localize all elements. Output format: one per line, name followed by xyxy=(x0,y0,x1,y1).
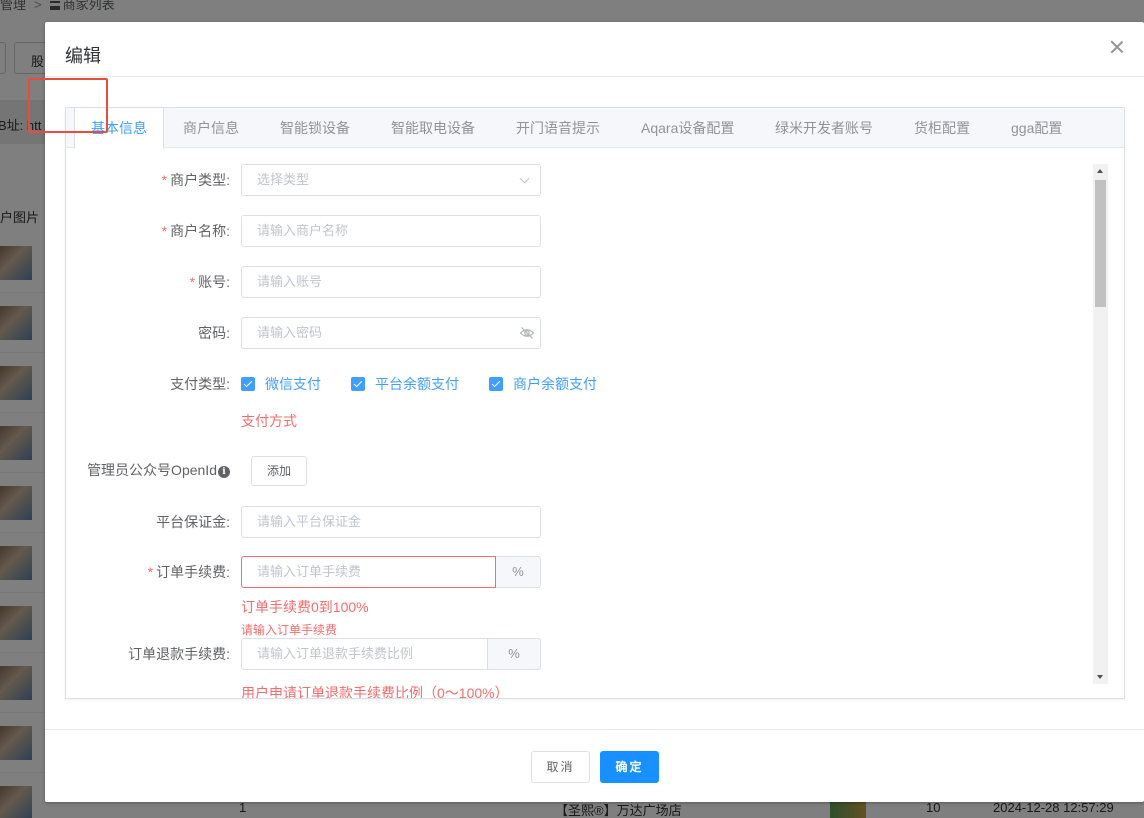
cancel-button[interactable]: 取消 xyxy=(531,751,590,783)
scroll-down-arrow-icon[interactable] xyxy=(1097,675,1103,679)
add-openid-button[interactable]: 添加 xyxy=(251,456,307,486)
tab-smart-power[interactable]: 智能取电设备 xyxy=(391,108,475,148)
platform-deposit-label: 平台保证金: xyxy=(156,514,230,530)
tabs-nav: 基本信息 商户信息 智能锁设备 智能取电设备 开门语音提示 Aqara设备配置 … xyxy=(66,108,1124,149)
checkbox-merchant-balance-pay[interactable]: 商户余额支付 xyxy=(489,374,597,394)
percent-suffix: % xyxy=(496,556,541,588)
admin-openid-label: 管理员公众号OpenId i xyxy=(87,454,230,486)
tab-door-voice[interactable]: 开门语音提示 xyxy=(516,108,600,148)
eye-hidden-icon[interactable] xyxy=(519,325,535,341)
scroll-up-arrow-icon[interactable] xyxy=(1097,169,1103,173)
chevron-down-icon xyxy=(519,173,530,184)
refund-fee-label: 订单退款手续费: xyxy=(128,646,230,662)
checkbox-checked-icon xyxy=(489,377,503,391)
refund-fee-input[interactable]: 请输入订单退款手续费比例 xyxy=(241,638,488,670)
merchant-name-label: * 商户名称: xyxy=(161,223,230,239)
password-label: 密码: xyxy=(198,325,230,341)
merchant-type-label: * 商户类型: xyxy=(161,172,230,188)
dialog-title: 编辑 xyxy=(65,46,101,66)
percent-suffix: % xyxy=(488,638,541,670)
tab-lumi-account[interactable]: 绿米开发者账号 xyxy=(775,108,873,148)
account-label: * 账号: xyxy=(189,274,230,290)
tabs-card: 基本信息 商户信息 智能锁设备 智能取电设备 开门语音提示 Aqara设备配置 … xyxy=(65,107,1125,699)
tab-gga-config[interactable]: gga配置 xyxy=(1011,108,1062,148)
info-icon[interactable]: i xyxy=(218,466,230,478)
dialog-header: 编辑 xyxy=(45,22,1144,77)
order-fee-input[interactable]: 请输入订单手续费 xyxy=(241,556,496,588)
refund-fee-hint: 用户申请订单退款手续费比例（0～100%） xyxy=(241,685,509,698)
tab-aqara-config[interactable]: Aqara设备配置 xyxy=(641,108,734,148)
checkbox-checked-icon xyxy=(351,377,365,391)
order-fee-hint: 订单手续费0到100% xyxy=(241,599,369,615)
tab-cabinet-config[interactable]: 货柜配置 xyxy=(914,108,970,148)
tab-merchant-info[interactable]: 商户信息 xyxy=(183,108,239,148)
account-input[interactable]: 请输入账号 xyxy=(241,266,541,298)
tab-content: * 商户类型: 选择类型 * 商户名称: 请输入商户名称 * 账号: 请输入账号 密码… xyxy=(66,148,1124,698)
order-fee-label: * 订单手续费: xyxy=(147,564,230,580)
close-icon[interactable] xyxy=(1110,40,1124,54)
scrollbar-thumb[interactable] xyxy=(1095,180,1106,307)
platform-deposit-input[interactable]: 请输入平台保证金 xyxy=(241,506,541,538)
merchant-name-input[interactable]: 请输入商户名称 xyxy=(241,215,541,247)
tab-smart-lock[interactable]: 智能锁设备 xyxy=(280,108,350,148)
merchant-type-select[interactable]: 选择类型 xyxy=(241,164,541,196)
payment-method-hint: 支付方式 xyxy=(241,413,297,429)
password-input[interactable]: 请输入密码 xyxy=(241,317,541,349)
dialog-footer: 取消 确定 xyxy=(45,729,1144,802)
checkbox-platform-balance-pay[interactable]: 平台余额支付 xyxy=(351,374,459,394)
checkbox-wechat-pay[interactable]: 微信支付 xyxy=(241,374,321,394)
checkbox-checked-icon xyxy=(241,377,255,391)
payment-type-checkbox-group: 微信支付 平台余额支付 商户余额支付 xyxy=(241,368,627,400)
confirm-button[interactable]: 确定 xyxy=(600,751,659,783)
edit-dialog: 编辑 基本信息 商户信息 智能锁设备 智能取电设备 开门语音提示 Aqara设备… xyxy=(45,22,1144,802)
payment-type-label: 支付类型: xyxy=(170,376,230,392)
vertical-scrollbar[interactable] xyxy=(1093,164,1108,684)
tab-basic-info[interactable]: 基本信息 xyxy=(74,108,164,149)
order-fee-error: 请输入订单手续费 xyxy=(241,623,338,637)
